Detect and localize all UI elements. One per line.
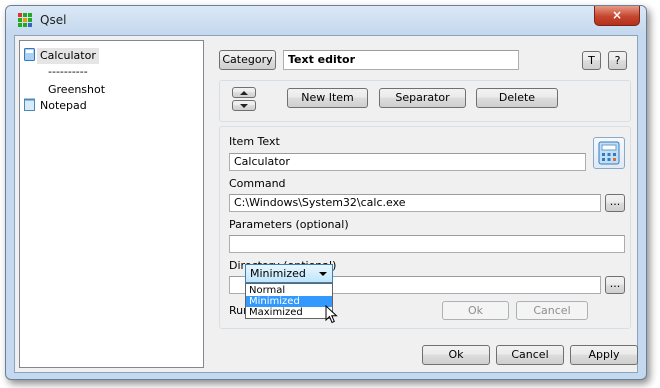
new-item-button[interactable]: New Item [287,88,368,108]
delete-button[interactable]: Delete [476,88,558,108]
tree-item-greenshot[interactable]: Greenshot [45,82,108,98]
close-icon: × [611,8,623,22]
run-mode-value: Minimized [250,267,306,280]
run-option-maximized[interactable]: Maximized [246,307,332,318]
apply-button[interactable]: Apply [570,345,638,365]
calculator-icon [598,141,620,165]
arrow-up-icon [240,91,248,95]
title-bar: Qsel × [6,6,646,34]
parameters-label: Parameters (optional) [229,218,349,231]
move-down-button[interactable] [232,100,256,111]
command-label: Command [229,177,286,190]
app-icon [18,13,32,27]
tree-item-label: Calculator [37,48,99,64]
calculator-icon [24,48,35,61]
close-button[interactable]: × [594,6,640,26]
command-input[interactable]: C:\Windows\System32\calc.exe [229,194,601,212]
window-title: Qsel [40,13,67,27]
tree-item-separator[interactable]: ---------- [45,64,91,80]
item-ok-button[interactable]: Ok [442,301,509,320]
t-button[interactable]: T [582,51,601,70]
tree-item-label: ---------- [48,65,88,78]
item-text-label: Item Text [229,135,280,148]
directory-browse-button[interactable]: ... [605,276,625,294]
chevron-down-icon [319,272,327,276]
notepad-icon [24,98,35,111]
item-icon-button[interactable] [593,137,625,169]
item-cancel-button[interactable]: Cancel [516,301,588,320]
help-button[interactable]: ? [608,51,627,70]
tree-item-notepad[interactable]: Notepad [24,98,90,114]
item-text-input[interactable]: Calculator [229,153,586,171]
arrow-down-icon [240,104,248,108]
move-up-button[interactable] [232,87,256,98]
parameters-input[interactable] [229,235,625,253]
item-tree[interactable]: Calculator ---------- Greenshot Notepad [19,40,204,368]
command-browse-button[interactable]: ... [605,194,625,212]
toolbar-panel: New Item Separator Delete [219,80,631,122]
cancel-button[interactable]: Cancel [496,345,564,365]
category-button[interactable]: Category [219,50,276,70]
tree-item-calculator[interactable]: Calculator [24,48,99,64]
ok-button[interactable]: Ok [422,345,490,365]
run-option-minimized[interactable]: Minimized [246,296,332,307]
run-option-normal[interactable]: Normal [246,285,332,296]
tree-item-label: Greenshot [48,83,106,96]
run-mode-select[interactable]: Minimized [245,264,333,283]
tree-item-label: Notepad [40,99,87,112]
separator-button[interactable]: Separator [379,88,466,108]
category-field[interactable]: Text editor [283,50,519,70]
mouse-cursor-icon [325,305,338,324]
run-mode-dropdown: Normal Minimized Maximized [245,283,333,319]
